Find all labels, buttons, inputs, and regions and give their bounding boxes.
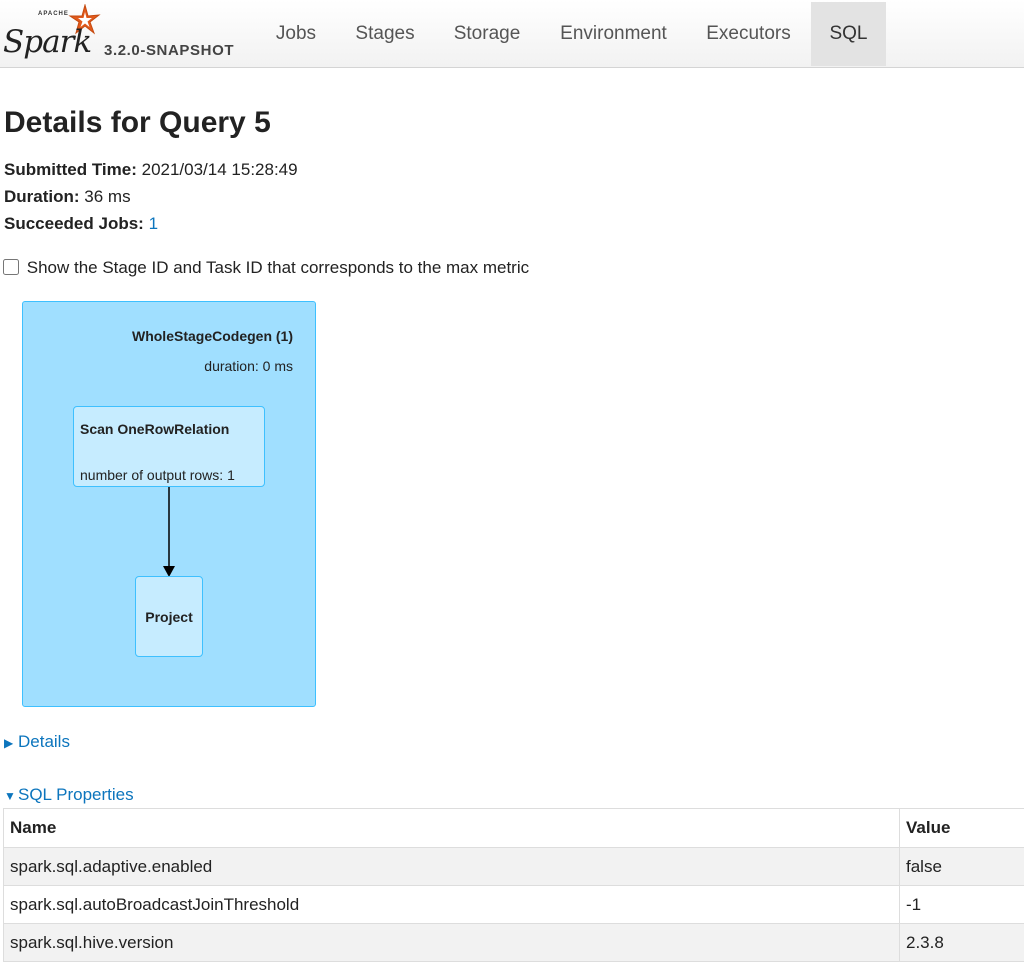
column-header-value[interactable]: Value <box>899 808 1024 848</box>
property-name: spark.sql.adaptive.enabled <box>3 847 900 886</box>
tab-executors[interactable]: Executors <box>694 2 803 66</box>
property-name: spark.sql.hive.version <box>3 923 900 962</box>
details-link[interactable]: Details <box>18 732 70 751</box>
spark-logo[interactable]: APACHE Spark 3.2.0-SNAPSHOT <box>0 4 260 64</box>
caret-right-icon: ▶ <box>4 736 14 750</box>
property-value: -1 <box>899 885 1024 924</box>
tab-storage[interactable]: Storage <box>440 2 534 66</box>
column-header-name[interactable]: Name <box>3 808 900 848</box>
property-name: spark.sql.autoBroadcastJoinThreshold <box>3 885 900 924</box>
table-row: spark.sql.autoBroadcastJoinThreshold -1 <box>3 885 1024 924</box>
succeeded-job-link[interactable]: 1 <box>149 214 158 233</box>
tab-stages[interactable]: Stages <box>343 2 427 66</box>
sql-properties-table: Name Value spark.sql.adaptive.enabled fa… <box>3 808 1024 962</box>
top-navbar: APACHE Spark 3.2.0-SNAPSHOT Jobs Stages … <box>0 0 1024 68</box>
duration: Duration: 36 ms <box>4 187 131 207</box>
sql-properties-toggle[interactable]: ▼ SQL Properties <box>4 785 134 805</box>
tab-jobs[interactable]: Jobs <box>263 2 329 66</box>
property-value: false <box>899 847 1024 886</box>
succeeded-jobs: Succeeded Jobs: 1 <box>4 214 158 234</box>
node-scan-name: Scan OneRowRelation <box>80 421 230 437</box>
node-project[interactable]: Project <box>135 576 203 657</box>
spark-version: 3.2.0-SNAPSHOT <box>104 42 235 59</box>
page-title: Details for Query 5 <box>4 106 271 139</box>
caret-down-icon: ▼ <box>4 789 16 803</box>
details-toggle[interactable]: ▶ Details <box>4 732 70 752</box>
table-header-row: Name Value <box>3 808 1024 848</box>
duration-label: Duration: <box>4 187 80 206</box>
node-scan-metric: number of output rows: 1 <box>80 467 235 483</box>
duration-value: 36 ms <box>84 187 131 206</box>
node-scan-onerowrelation[interactable]: Scan OneRowRelation number of output row… <box>73 406 265 487</box>
max-metric-checkbox[interactable] <box>3 259 19 275</box>
plan-visualization: WholeStageCodegen (1) duration: 0 ms Sca… <box>22 301 316 707</box>
table-row: spark.sql.adaptive.enabled false <box>3 847 1024 886</box>
table-row: spark.sql.hive.version 2.3.8 <box>3 923 1024 962</box>
submitted-time: Submitted Time: 2021/03/14 15:28:49 <box>4 160 298 180</box>
max-metric-option[interactable]: Show the Stage ID and Task ID that corre… <box>3 258 529 278</box>
tab-sql[interactable]: SQL <box>811 2 886 66</box>
sql-properties-link[interactable]: SQL Properties <box>18 785 134 804</box>
logo-spark-wordmark: Spark <box>3 24 92 60</box>
tab-environment[interactable]: Environment <box>547 2 680 66</box>
node-project-name: Project <box>145 609 193 625</box>
succeeded-jobs-label: Succeeded Jobs: <box>4 214 144 233</box>
max-metric-checkbox-label: Show the Stage ID and Task ID that corre… <box>26 258 530 277</box>
property-value: 2.3.8 <box>899 923 1024 962</box>
submitted-time-label: Submitted Time: <box>4 160 137 179</box>
submitted-time-value: 2021/03/14 15:28:49 <box>141 160 298 179</box>
